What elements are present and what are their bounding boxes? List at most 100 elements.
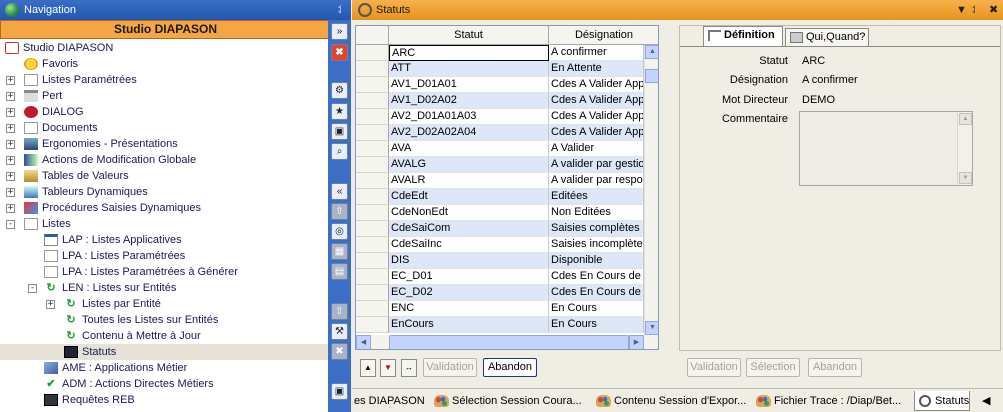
expand-icon[interactable]: + <box>6 204 15 213</box>
link-row-icon[interactable]: ↔ <box>401 359 417 377</box>
cell-statut[interactable]: ENC <box>389 301 549 317</box>
cell-statut[interactable]: AV1_D02A02 <box>389 93 549 109</box>
collapse-icon[interactable]: - <box>28 284 37 293</box>
cell-designation[interactable]: A confirmer <box>549 45 644 61</box>
table-row[interactable]: AV2_D01A01A03Cdes A Valider Approbation <box>356 109 658 125</box>
grid-tool-button[interactable]: ▦ <box>331 243 348 260</box>
up-tool-button[interactable]: ⇧ <box>331 203 348 220</box>
tree-item[interactable]: + Procédures Saisies Dynamiques <box>0 200 328 216</box>
cell-statut[interactable]: ATT <box>389 61 549 77</box>
cell-designation[interactable]: Cdes A Valider Approbation <box>549 93 644 109</box>
cell-statut[interactable]: CdeEdt <box>389 189 549 205</box>
abandon-button[interactable]: Abandon <box>483 358 537 377</box>
tree-item[interactable]: + Documents <box>0 120 328 136</box>
row-selector[interactable] <box>356 109 389 125</box>
selection-button[interactable]: Sélection <box>746 358 800 377</box>
tree-item[interactable]: Favoris <box>0 56 328 72</box>
tree-item[interactable]: AME : Applications Métier <box>0 360 328 376</box>
validation-button[interactable]: Validation <box>423 358 477 377</box>
cell-designation[interactable]: Editées <box>549 189 644 205</box>
abandon-right-button[interactable]: Abandon <box>808 358 862 377</box>
list-tool-button[interactable]: ▤ <box>331 263 348 280</box>
pin-icon[interactable]: ⥑ <box>972 0 977 20</box>
cell-statut[interactable]: AV2_D02A02A04 <box>389 125 549 141</box>
tree-item[interactable]: Statuts <box>0 344 328 360</box>
tree-item[interactable]: + DIALOG <box>0 104 328 120</box>
cell-designation[interactable]: Cdes A Valider Approbation <box>549 109 644 125</box>
expand-icon[interactable]: + <box>6 108 15 117</box>
tree-item[interactable]: LPA : Listes Paramétrées à Générer <box>0 264 328 280</box>
task-tab[interactable]: es DIAPASON <box>352 391 425 411</box>
wrench-tool-button[interactable]: ⚒ <box>331 323 348 340</box>
cell-designation[interactable]: Saisies complètes <box>549 221 644 237</box>
tree-item[interactable]: + Ergonomies - Présentations <box>0 136 328 152</box>
table-row[interactable]: CdeEdt Editées <box>356 189 658 205</box>
tree-item[interactable]: LAP : Listes Applicatives <box>0 232 328 248</box>
row-selector[interactable] <box>356 93 389 109</box>
tree-item[interactable]: + Pert <box>0 88 328 104</box>
favorite-tool-button[interactable]: ★ <box>331 103 348 120</box>
table-row[interactable]: ENC En Cours <box>356 301 658 317</box>
row-selector[interactable] <box>356 301 389 317</box>
row-selector[interactable] <box>356 253 389 269</box>
scroll-up-icon[interactable]: ▲ <box>959 113 972 125</box>
row-selector[interactable] <box>356 77 389 93</box>
table-row[interactable]: DIS Disponible <box>356 253 658 269</box>
dropdown-icon[interactable]: ▼ <box>956 0 967 20</box>
expand-icon[interactable]: + <box>46 300 55 309</box>
table-row[interactable]: ARC A confirmer <box>356 45 658 61</box>
row-selector[interactable] <box>356 125 389 141</box>
table-row[interactable]: CdeSaiCom Saisies complètes <box>356 221 658 237</box>
scroll-left-icon[interactable]: ◀ <box>356 335 371 349</box>
row-selector[interactable] <box>356 205 389 221</box>
scroll-thumb-horizontal[interactable] <box>389 335 629 349</box>
tabs-left-arrow-icon[interactable]: ◀ <box>980 391 990 411</box>
cell-designation[interactable]: En Attente <box>549 61 644 77</box>
cell-statut[interactable]: EC_D01 <box>389 269 549 285</box>
zoom-tool-button[interactable]: ◎ <box>331 223 348 240</box>
pin-icon[interactable]: ⥑ <box>338 0 343 20</box>
cell-statut[interactable]: ARC <box>389 45 549 61</box>
commentaire-scrollbar[interactable]: ▲ ▼ <box>957 112 972 185</box>
table-row[interactable]: AVALRA valider par responsable <box>356 173 658 189</box>
row-selector[interactable] <box>356 317 389 333</box>
task-tab[interactable]: Contenu Session d'Expor... <box>594 391 746 411</box>
table-row[interactable]: EC_D01Cdes En Cours de Création <box>356 269 658 285</box>
expand-icon[interactable]: + <box>6 156 15 165</box>
cell-statut[interactable]: AVALR <box>389 173 549 189</box>
cell-designation[interactable]: Cdes A Valider Approbation <box>549 125 644 141</box>
cell-statut[interactable]: AV1_D01A01 <box>389 77 549 93</box>
cell-designation[interactable]: A Valider <box>549 141 644 157</box>
tree-item[interactable]: + Tableurs Dynamiques <box>0 184 328 200</box>
cell-statut[interactable]: DIS <box>389 253 549 269</box>
validation-right-button[interactable]: Validation <box>687 358 741 377</box>
close-panel-button[interactable]: ✖ <box>331 44 348 61</box>
scroll-down-icon[interactable]: ▼ <box>959 172 972 184</box>
row-selector[interactable] <box>356 237 389 253</box>
row-selector[interactable] <box>356 285 389 301</box>
column-header-statut[interactable]: Statut <box>389 26 549 45</box>
row-selector[interactable] <box>356 45 389 61</box>
expand-icon[interactable]: + <box>6 124 15 133</box>
tree-item[interactable]: ↻ Contenu à Mettre à Jour <box>0 328 328 344</box>
scroll-up-icon[interactable]: ▲ <box>645 45 658 59</box>
tree-item[interactable]: LPA : Listes Paramétrées <box>0 248 328 264</box>
table-row[interactable]: AV1_D01A01Cdes A Valider Approbation <box>356 77 658 93</box>
cross-tool-button[interactable]: ✖ <box>331 343 348 360</box>
table-row[interactable]: EC_D02Cdes En Cours de Création <box>356 285 658 301</box>
cell-statut[interactable]: CdeSaiCom <box>389 221 549 237</box>
cell-designation[interactable]: Non Editées <box>549 205 644 221</box>
row-selector[interactable] <box>356 157 389 173</box>
cell-designation[interactable]: Cdes En Cours de Création <box>549 269 644 285</box>
cell-designation[interactable]: Cdes A Valider Approbation <box>549 77 644 93</box>
tab-qui-quand[interactable]: Qui,Quand? <box>785 28 869 46</box>
lock-tool-button[interactable]: ⇧ <box>331 303 348 320</box>
cell-statut[interactable]: AVALG <box>389 157 549 173</box>
task-tab[interactable]: Fichier Trace : /Diap/Bet... <box>754 391 901 411</box>
table-row[interactable]: AVALGA valider par gestionnaire <box>356 157 658 173</box>
expand-icon[interactable]: + <box>6 140 15 149</box>
padlock-tool-button[interactable]: ▣ <box>331 383 348 400</box>
row-selector[interactable] <box>356 61 389 77</box>
task-tab[interactable]: Statuts <box>914 391 971 411</box>
row-selector[interactable] <box>356 189 389 205</box>
